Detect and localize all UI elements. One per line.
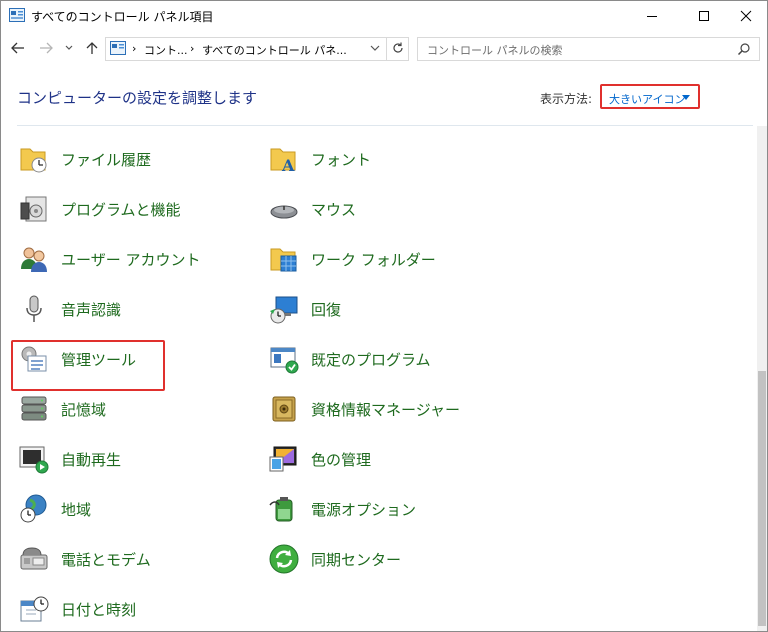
control-panel-icon (110, 41, 126, 55)
item-phone-modem[interactable]: 電話とモデム (18, 539, 151, 579)
item-label: 音声認識 (61, 300, 122, 319)
arrow-right-icon (40, 42, 53, 54)
address-bar[interactable]: › コント... › すべてのコントロール パネ... (105, 37, 409, 61)
item-sync-center[interactable]: 同期センター (268, 539, 401, 579)
fax-icon (20, 547, 48, 570)
chevron-down-icon (65, 45, 73, 50)
item-programs-features[interactable]: プログラムと機能 (18, 189, 181, 229)
font-folder-icon: A (270, 148, 296, 175)
window-title: すべてのコントロール パネル項目 (31, 10, 214, 24)
item-label: マウス (311, 200, 357, 219)
maximize-button[interactable] (681, 1, 727, 31)
item-color-management[interactable]: 色の管理 (268, 439, 371, 479)
item-date-time[interactable]: 日付と時刻 (18, 589, 136, 629)
search-icon[interactable] (737, 42, 751, 56)
mouse-icon (270, 205, 298, 219)
default-programs-icon (270, 347, 299, 374)
item-power-options[interactable]: 電源オプション (268, 489, 416, 529)
file-history-icon (20, 148, 47, 173)
power-options-icon (269, 497, 293, 522)
item-autoplay[interactable]: 自動再生 (18, 439, 121, 479)
forward-button[interactable] (37, 39, 55, 57)
item-file-history[interactable]: ファイル履歴 (18, 139, 151, 179)
item-label: ワーク フォルダー (311, 250, 436, 269)
item-label: 記憶域 (61, 400, 107, 419)
item-speech-recognition[interactable]: 音声認識 (18, 289, 121, 329)
close-icon (740, 10, 752, 22)
item-label: フォント (311, 150, 372, 169)
arrow-up-icon (86, 42, 98, 54)
recovery-icon (270, 296, 298, 324)
programs-features-icon (20, 196, 47, 222)
credential-vault-icon (272, 396, 296, 422)
color-management-icon (269, 446, 297, 472)
item-region[interactable]: 地域 (18, 489, 91, 529)
item-label: 回復 (311, 300, 342, 319)
autoplay-icon (19, 446, 49, 474)
page-title: コンピューターの設定を調整します (17, 89, 258, 107)
item-mouse[interactable]: マウス (268, 189, 356, 229)
view-by-dropdown[interactable]: 大きいアイコン (600, 84, 700, 109)
storage-icon (21, 396, 47, 421)
refresh-icon[interactable] (391, 41, 405, 55)
breadcrumb-all-items[interactable]: すべてのコントロール パネ... (202, 42, 347, 58)
chevron-down-icon[interactable] (370, 45, 380, 53)
user-accounts-icon (21, 247, 47, 272)
view-by-value: 大きいアイコン (609, 93, 686, 106)
recent-locations-button[interactable] (63, 39, 75, 57)
item-label: 地域 (61, 500, 92, 519)
item-storage-spaces[interactable]: 記憶域 (18, 389, 106, 429)
search-input[interactable]: コントロール パネルの検索 (417, 37, 760, 61)
item-credential-manager[interactable]: 資格情報マネージャー (268, 389, 460, 429)
globe-clock-icon (20, 494, 47, 523)
svg-text:A: A (281, 156, 295, 175)
calendar-clock-icon (20, 596, 49, 622)
item-label: 電話とモデム (61, 550, 151, 569)
minimize-icon (647, 16, 657, 17)
item-label: 既定のプログラム (311, 350, 431, 369)
item-label: ユーザー アカウント (61, 250, 201, 269)
arrow-left-icon (11, 42, 24, 54)
back-button[interactable] (9, 39, 27, 57)
item-default-programs[interactable]: 既定のプログラム (268, 339, 431, 379)
search-placeholder: コントロール パネルの検索 (427, 44, 563, 57)
item-label: 電源オプション (311, 500, 417, 519)
breadcrumb-separator: › (190, 42, 195, 55)
item-label: 色の管理 (311, 450, 372, 469)
scrollbar-thumb[interactable] (758, 371, 766, 626)
control-panel-icon (9, 8, 25, 22)
item-label: 日付と時刻 (61, 600, 137, 619)
item-user-accounts[interactable]: ユーザー アカウント (18, 239, 200, 279)
item-label: 同期センター (311, 550, 402, 569)
item-fonts[interactable]: A フォント (268, 139, 371, 179)
breadcrumb-separator: › (132, 42, 137, 55)
maximize-icon (699, 11, 709, 21)
highlight-annotation (11, 340, 165, 391)
item-recovery[interactable]: 回復 (268, 289, 341, 329)
close-button[interactable] (723, 1, 767, 31)
item-label: ファイル履歴 (61, 150, 152, 169)
work-folders-icon (270, 248, 297, 272)
item-label: 資格情報マネージャー (311, 400, 460, 419)
caret-down-icon (682, 95, 690, 100)
sync-center-icon (269, 544, 299, 574)
up-button[interactable] (83, 39, 101, 57)
item-label: 自動再生 (61, 450, 122, 469)
microphone-icon (26, 295, 42, 322)
item-label: プログラムと機能 (61, 200, 181, 219)
breadcrumb-control-panel[interactable]: コント... (144, 42, 188, 58)
minimize-button[interactable] (629, 1, 675, 31)
item-work-folders[interactable]: ワーク フォルダー (268, 239, 436, 279)
header-divider (17, 125, 753, 126)
control-panel-window: すべてのコントロール パネル項目 › コント... › すべてのコントロール パ (0, 0, 768, 632)
title-bar: すべてのコントロール パネル項目 (1, 1, 767, 31)
view-by-label: 表示方法: (540, 92, 593, 106)
vertical-scrollbar[interactable] (757, 126, 767, 631)
